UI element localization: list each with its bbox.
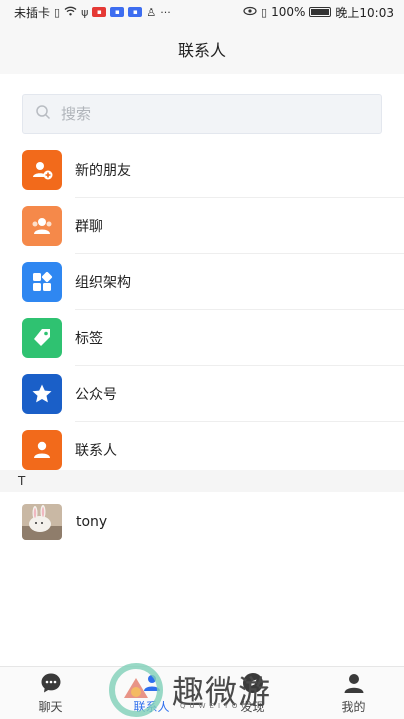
menu-label: 组织架构 [75, 275, 131, 291]
search-box[interactable] [22, 94, 382, 134]
status-bar: 未插卡 ▯ ψ ▪ ▪ ▪ ♙ ··· ▯ 100% 晚上10:03 [0, 0, 404, 24]
app-notify-icon: ♙ [146, 5, 157, 19]
app-notify-icon: ▪ [110, 7, 125, 17]
menu-item-new-friends[interactable]: 新的朋友 [0, 142, 404, 198]
menu-label: 新的朋友 [75, 163, 131, 179]
contacts-icon [140, 671, 164, 695]
tab-label: 发现 [240, 700, 265, 714]
battery-percent: 100% [271, 5, 306, 19]
contact-name: tony [76, 514, 108, 530]
menu-item-tags[interactable]: 标签 [0, 310, 404, 366]
org-structure-icon [22, 262, 62, 302]
contact-icon [22, 430, 62, 470]
menu-label: 标签 [75, 331, 103, 347]
sim-icon: ▯ [54, 5, 61, 19]
tab-chat[interactable]: 聊天 [0, 667, 101, 719]
nav-bar: 联系人 [0, 24, 404, 74]
bottom-tab-bar: 聊天 联系人 发现 我的 [0, 666, 404, 719]
tab-label: 聊天 [38, 700, 63, 714]
avatar [22, 504, 62, 540]
tab-contacts[interactable]: 联系人 [101, 667, 202, 719]
status-left: 未插卡 ▯ ψ ▪ ▪ ▪ ♙ ··· [14, 4, 171, 21]
search-icon [35, 104, 51, 124]
menu-item-org-structure[interactable]: 组织架构 [0, 254, 404, 310]
tag-icon [22, 318, 62, 358]
search-input[interactable] [61, 105, 341, 123]
chat-bubble-icon [39, 671, 63, 695]
page-title: 联系人 [177, 41, 226, 60]
battery-icon [309, 7, 332, 17]
tab-discover[interactable]: 发现 [202, 667, 303, 719]
contacts-content: 新的朋友 群聊 组织架构 标签 公众号 [0, 74, 404, 666]
menu-label: 群聊 [75, 219, 103, 235]
tab-label: 我的 [341, 700, 366, 714]
app-notify-icon: ▪ [92, 7, 107, 17]
carrier-text: 未插卡 [14, 5, 51, 20]
more-icon: ··· [160, 5, 171, 19]
tab-me[interactable]: 我的 [303, 667, 404, 719]
add-friend-icon [22, 150, 62, 190]
app-notify-icon: ▪ [128, 7, 143, 17]
group-chat-icon [22, 206, 62, 246]
contact-menu: 新的朋友 群聊 组织架构 标签 公众号 联系人 [0, 142, 404, 478]
clock: 晚上10:03 [335, 5, 394, 20]
contact-row[interactable]: tony [0, 492, 404, 552]
menu-label: 联系人 [75, 443, 117, 459]
eye-icon [243, 6, 257, 19]
compass-icon [241, 671, 265, 695]
status-right: ▯ 100% 晚上10:03 [243, 4, 394, 21]
menu-item-group-chat[interactable]: 群聊 [0, 198, 404, 254]
usb-icon: ψ [81, 5, 89, 19]
star-icon [22, 374, 62, 414]
person-icon [342, 671, 366, 695]
menu-item-official-accounts[interactable]: 公众号 [0, 366, 404, 422]
vibrate-icon: ▯ [261, 5, 268, 19]
tab-label: 联系人 [133, 700, 170, 714]
menu-label: 公众号 [75, 387, 117, 403]
section-index-letter: T [0, 470, 404, 492]
wifi-icon [64, 6, 77, 19]
